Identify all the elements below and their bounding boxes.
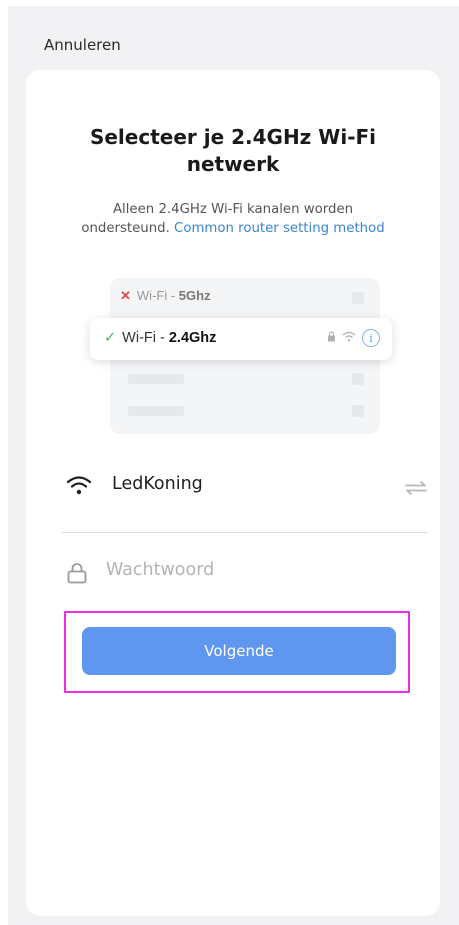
- password-field[interactable]: Wachtwoord: [62, 548, 432, 596]
- check-icon: ✓: [104, 330, 117, 346]
- wifi-24ghz-icons: i: [327, 329, 380, 347]
- lock-icon: [66, 562, 88, 588]
- wifi-24ghz-prefix: Wi-Fi -: [122, 330, 169, 346]
- subtitle-line-2: ondersteund. Common router setting metho…: [26, 219, 440, 238]
- info-icon: i: [362, 329, 380, 347]
- wifi-5ghz-row: ✕ Wi-Fi - 5Ghz: [120, 288, 211, 304]
- lock-icon: [327, 331, 336, 345]
- title-line-2: netwerk: [186, 152, 280, 176]
- wifi-24ghz-band: 2.4Ghz: [168, 330, 217, 346]
- placeholder-bar: [128, 406, 184, 416]
- placeholder-square: [352, 292, 364, 304]
- placeholder-square: [352, 405, 364, 417]
- cross-icon: ✕: [120, 288, 131, 303]
- wifi-24ghz-label: ✓ Wi-Fi - 2.4Ghz: [104, 330, 216, 346]
- wifi-icon: [342, 331, 356, 345]
- swap-icon[interactable]: [404, 480, 428, 499]
- screen: Annuleren Selecteer je 2.4GHz Wi-Fi netw…: [8, 6, 459, 925]
- subtitle-line-1: Alleen 2.4GHz Wi-Fi kanalen worden: [112, 202, 354, 217]
- wifi-icon: [66, 474, 92, 500]
- password-input[interactable]: Wachtwoord: [106, 560, 214, 580]
- next-button[interactable]: Volgende: [82, 627, 396, 675]
- placeholder-bar: [128, 374, 184, 384]
- subtitle-text: ondersteund.: [81, 221, 170, 236]
- ssid-field[interactable]: LedKoning: [62, 464, 432, 508]
- router-setting-link[interactable]: Common router setting method: [174, 221, 385, 236]
- wifi-24ghz-row: ✓ Wi-Fi - 2.4Ghz i: [90, 318, 392, 360]
- wifi-5ghz-prefix: Wi-Fi -: [136, 288, 179, 303]
- divider: [62, 532, 428, 533]
- wifi-setup-card: Selecteer je 2.4GHz Wi-Fi netwerk Alleen…: [26, 70, 440, 916]
- wifi-5ghz-band: 5Ghz: [178, 288, 211, 303]
- placeholder-square: [352, 373, 364, 385]
- page-title: Selecteer je 2.4GHz Wi-Fi netwerk: [26, 124, 440, 178]
- page-subtitle: Alleen 2.4GHz Wi-Fi kanalen worden onder…: [26, 200, 440, 238]
- cancel-button[interactable]: Annuleren: [44, 36, 121, 54]
- ssid-value: LedKoning: [112, 474, 203, 494]
- title-line-1: Selecteer je 2.4GHz Wi-Fi: [89, 125, 377, 149]
